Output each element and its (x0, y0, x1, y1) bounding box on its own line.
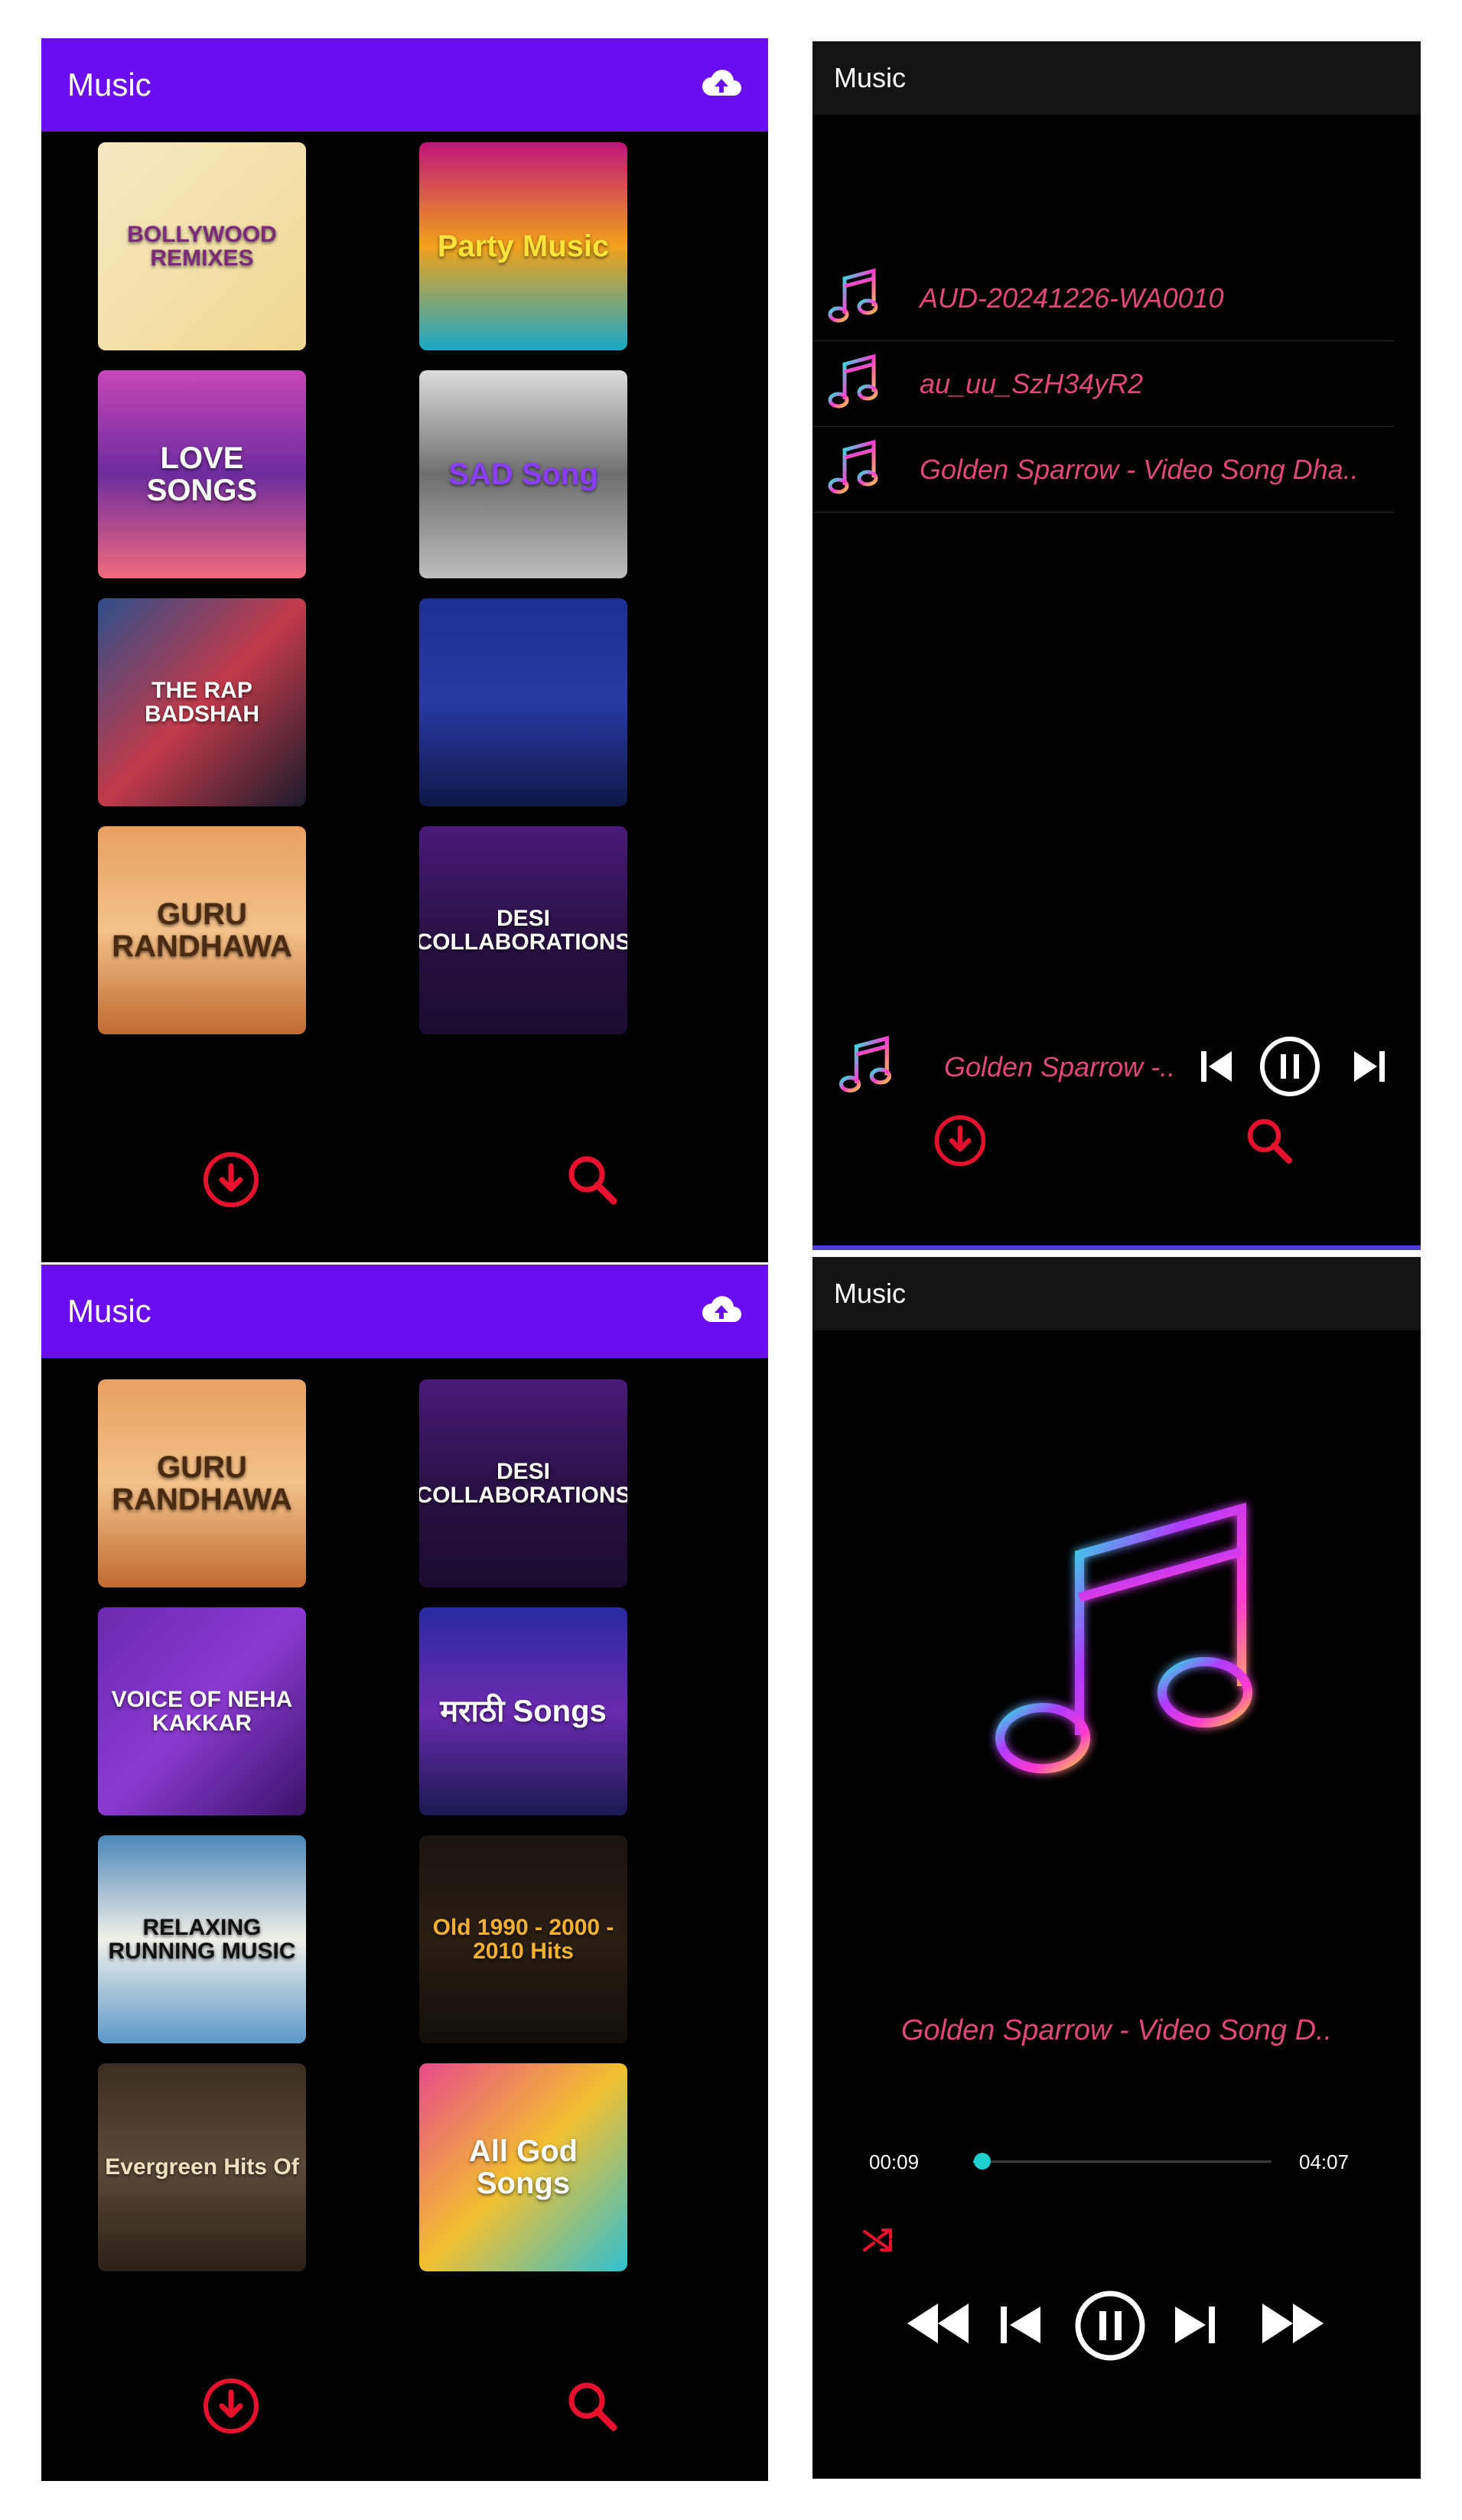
album-tile-label: DESI COLLABORATIONS (419, 1458, 627, 1508)
pause-circle-icon[interactable] (1073, 2288, 1148, 2367)
album-tile-label: Evergreen Hits Of (105, 2154, 299, 2180)
fast-forward-icon[interactable] (1259, 2299, 1327, 2352)
skip-next-icon[interactable] (1172, 2302, 1219, 2352)
album-tile[interactable]: Evergreen Hits Of (98, 2063, 306, 2271)
album-tile[interactable]: LOVE SONGS (98, 370, 306, 578)
album-tile[interactable]: DESI COLLABORATIONS (419, 1379, 627, 1587)
song-title: AUD-20241226-WA0010 (920, 282, 1224, 314)
elapsed-time: 00:09 (869, 2150, 920, 2173)
cloud-upload-icon[interactable] (701, 68, 742, 103)
skip-previous-icon[interactable] (996, 2302, 1044, 2352)
music-note-icon (834, 1034, 898, 1105)
album-tile-label: LOVE SONGS (146, 441, 258, 507)
song-list-item[interactable]: au_uu_SzH34yR2 (812, 341, 1394, 427)
music-note-icon (969, 1490, 1275, 1815)
search-icon[interactable] (1241, 1112, 1298, 1169)
song-list-item[interactable]: AUD-20241226-WA0010 (812, 256, 1394, 341)
album-tile-label: THE RAP BADSHAH (145, 677, 259, 727)
fast-rewind-icon[interactable] (904, 2299, 972, 2352)
seek-bar[interactable] (973, 2153, 1272, 2170)
skip-previous-icon[interactable] (1195, 1045, 1238, 1092)
album-tile[interactable] (419, 598, 627, 806)
album-tile-label: मराठी Songs (440, 1695, 607, 1728)
album-tile-label: GURU RANDHAWA (112, 897, 292, 963)
album-grid-screen-1: Music BOLLYWOOD REMIXES Party Music LOVE S… (41, 38, 768, 1262)
song-title: Golden Sparrow - Video Song Dha.. (920, 453, 1359, 485)
album-tile-label: SAD Song (448, 457, 598, 491)
music-note-icon (823, 438, 884, 502)
album-tile[interactable]: GURU RANDHAWA (98, 826, 306, 1034)
album-tile[interactable]: DESI COLLABORATIONS (419, 826, 627, 1034)
app-toolbar: Music (812, 41, 1421, 115)
download-circle-icon[interactable] (200, 1149, 262, 1210)
album-tile-label: BOLLYWOOD REMIXES (127, 221, 277, 271)
mini-player-title[interactable]: Golden Sparrow -.. (944, 1051, 1175, 1083)
skip-next-icon[interactable] (1348, 1045, 1391, 1092)
search-icon[interactable] (562, 2375, 623, 2437)
album-tile[interactable]: मराठी Songs (419, 1607, 627, 1815)
album-tile-label: Party Music (437, 230, 610, 263)
app-toolbar: Music (41, 1265, 768, 1358)
pause-circle-icon[interactable] (1258, 1034, 1322, 1102)
song-title: au_uu_SzH34yR2 (920, 367, 1144, 399)
app-title: Music (834, 62, 907, 93)
download-circle-icon[interactable] (932, 1112, 988, 1169)
album-tile[interactable]: VOICE OF NEHA KAKKAR (98, 1607, 306, 1815)
album-tile[interactable]: BOLLYWOOD REMIXES (98, 142, 306, 350)
cloud-upload-icon[interactable] (701, 1294, 742, 1329)
app-title: Music (67, 67, 151, 103)
app-title: Music (67, 1293, 151, 1329)
now-playing-title: Golden Sparrow - Video Song D.. (900, 2014, 1333, 2046)
download-circle-icon[interactable] (200, 2375, 262, 2437)
album-tile[interactable]: All God Songs (419, 2063, 627, 2271)
album-grid-screen-2: Music GURU RANDHAWA DESI COLLABORATIONS VO… (41, 1265, 768, 2481)
song-list-item[interactable]: Golden Sparrow - Video Song Dha.. (812, 427, 1394, 513)
album-tile[interactable]: Old 1990 - 2000 - 2010 Hits (419, 1835, 627, 2043)
shuffle-icon[interactable] (860, 2222, 895, 2261)
search-icon[interactable] (562, 1149, 623, 1210)
song-list-screen: Music AUD-20241226-WA0010 au_uu_SzH34yR2 G… (812, 41, 1421, 1250)
album-tile-label: DESI COLLABORATIONS (419, 905, 627, 955)
app-title: Music (834, 1278, 907, 1309)
album-tile[interactable]: GURU RANDHAWA (98, 1379, 306, 1587)
music-note-icon (823, 266, 884, 330)
app-toolbar: Music (812, 1257, 1421, 1330)
total-duration: 04:07 (1299, 2150, 1350, 2173)
album-tile-label: GURU RANDHAWA (112, 1450, 292, 1516)
app-toolbar: Music (41, 38, 768, 132)
album-tile[interactable]: Party Music (419, 142, 627, 350)
music-note-icon (823, 352, 884, 416)
album-tile-label: VOICE OF NEHA KAKKAR (111, 1686, 293, 1736)
seek-bar-thumb[interactable] (973, 2153, 991, 2170)
album-tile[interactable]: THE RAP BADSHAH (98, 598, 306, 806)
album-tile-label: RELAXING RUNNING MUSIC (108, 1914, 296, 1964)
album-tile-label: All God Songs (468, 2134, 578, 2200)
now-playing-screen: Music Golden Sparrow - Video Song D.. 00… (812, 1257, 1421, 2479)
album-tile-label: Old 1990 - 2000 - 2010 Hits (432, 1914, 614, 1964)
album-tile[interactable]: RELAXING RUNNING MUSIC (98, 1835, 306, 2043)
album-tile[interactable]: SAD Song (419, 370, 627, 578)
